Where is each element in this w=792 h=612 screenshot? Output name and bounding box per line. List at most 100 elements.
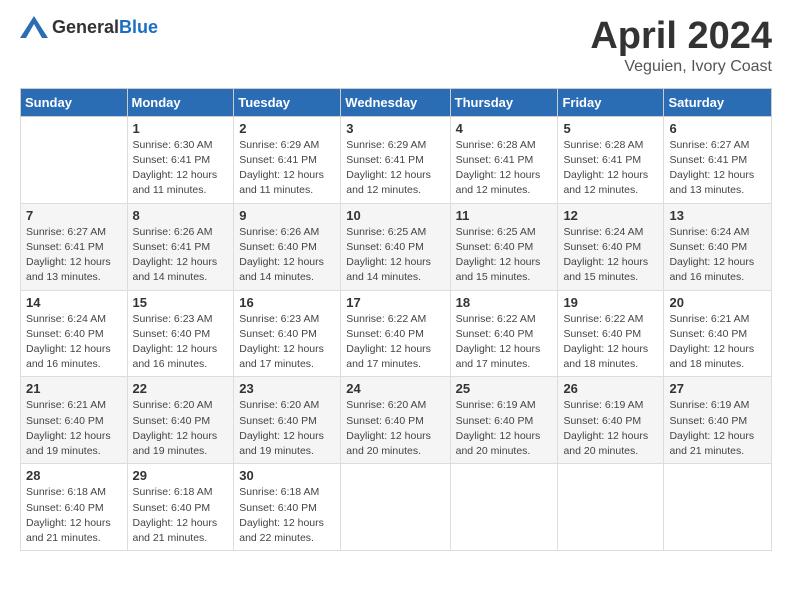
logo-icon [20,16,48,38]
day-number: 18 [456,295,553,310]
calendar-cell: 10 Sunrise: 6:25 AMSunset: 6:40 PMDayligh… [341,203,450,290]
calendar-cell: 13Sunrise: 6:24 AMSunset: 6:40 PMDayligh… [664,203,772,290]
day-detail: Sunrise: 6:23 AMSunset: 6:40 PMDaylight:… [239,312,335,373]
day-detail: Sunrise: 6:30 AMSunset: 6:41 PMDaylight:… [133,138,229,199]
day-number: 22 [133,381,229,396]
header: GeneralBlue April 2024 Veguien, Ivory Co… [20,16,772,76]
calendar-cell: 29Sunrise: 6:18 AMSunset: 6:40 PMDayligh… [127,464,234,551]
day-number: 30 [239,468,335,483]
calendar-cell: 16 Sunrise: 6:23 AMSunset: 6:40 PMDayligh… [234,290,341,377]
day-detail: Sunrise: 6:28 AMSunset: 6:41 PMDaylight:… [456,138,553,199]
calendar-header-cell: Monday [127,88,234,116]
calendar-header-cell: Sunday [21,88,128,116]
day-number: 7 [26,208,122,223]
day-detail: Sunrise: 6:24 AMSunset: 6:40 PMDaylight:… [26,312,122,373]
calendar-cell: 28Sunrise: 6:18 AMSunset: 6:40 PMDayligh… [21,464,128,551]
calendar-cell: 4 Sunrise: 6:28 AMSunset: 6:41 PMDaylight… [450,116,558,203]
calendar-cell: 19 Sunrise: 6:22 AMSunset: 6:40 PMDayligh… [558,290,664,377]
calendar-cell: 23 Sunrise: 6:20 AMSunset: 6:40 PMDayligh… [234,377,341,464]
calendar-cell [21,116,128,203]
day-detail: Sunrise: 6:20 AMSunset: 6:40 PMDaylight:… [346,398,444,459]
calendar-cell [341,464,450,551]
day-number: 10 [346,208,444,223]
calendar-cell: 18 Sunrise: 6:22 AMSunset: 6:40 PMDayligh… [450,290,558,377]
day-number: 9 [239,208,335,223]
day-number: 19 [563,295,658,310]
day-number: 29 [133,468,229,483]
calendar-cell [664,464,772,551]
day-number: 11 [456,208,553,223]
calendar-week-row: 1 Sunrise: 6:30 AMSunset: 6:41 PMDaylight… [21,116,772,203]
day-detail: Sunrise: 6:19 AMSunset: 6:40 PMDaylight:… [456,398,553,459]
calendar-cell: 14 Sunrise: 6:24 AMSunset: 6:40 PMDayligh… [21,290,128,377]
calendar-cell [450,464,558,551]
day-detail: Sunrise: 6:22 AMSunset: 6:40 PMDaylight:… [456,312,553,373]
day-number: 27 [669,381,766,396]
calendar-cell: 21Sunrise: 6:21 AMSunset: 6:40 PMDayligh… [21,377,128,464]
day-detail: Sunrise: 6:22 AMSunset: 6:40 PMDaylight:… [346,312,444,373]
day-detail: Sunrise: 6:18 AMSunset: 6:40 PMDaylight:… [239,485,335,546]
calendar-cell: 6Sunrise: 6:27 AMSunset: 6:41 PMDaylight… [664,116,772,203]
day-number: 17 [346,295,444,310]
day-number: 13 [669,208,766,223]
calendar-header-cell: Wednesday [341,88,450,116]
calendar-cell: 8 Sunrise: 6:26 AMSunset: 6:41 PMDaylight… [127,203,234,290]
calendar-cell: 11 Sunrise: 6:25 AMSunset: 6:40 PMDayligh… [450,203,558,290]
day-detail: Sunrise: 6:22 AMSunset: 6:40 PMDaylight:… [563,312,658,373]
calendar-cell: 12Sunrise: 6:24 AMSunset: 6:40 PMDayligh… [558,203,664,290]
calendar-week-row: 21Sunrise: 6:21 AMSunset: 6:40 PMDayligh… [21,377,772,464]
day-detail: Sunrise: 6:21 AMSunset: 6:40 PMDaylight:… [669,312,766,373]
calendar-cell: 26 Sunrise: 6:19 AMSunset: 6:40 PMDayligh… [558,377,664,464]
day-number: 1 [133,121,229,136]
calendar-header-cell: Saturday [664,88,772,116]
day-detail: Sunrise: 6:20 AMSunset: 6:40 PMDaylight:… [133,398,229,459]
day-number: 26 [563,381,658,396]
logo: GeneralBlue [20,16,158,38]
calendar-cell: 7 Sunrise: 6:27 AMSunset: 6:41 PMDaylight… [21,203,128,290]
day-detail: Sunrise: 6:27 AMSunset: 6:41 PMDaylight:… [26,225,122,286]
day-detail: Sunrise: 6:26 AMSunset: 6:40 PMDaylight:… [239,225,335,286]
calendar-cell: 20 Sunrise: 6:21 AMSunset: 6:40 PMDayligh… [664,290,772,377]
calendar-week-row: 14 Sunrise: 6:24 AMSunset: 6:40 PMDayligh… [21,290,772,377]
calendar-cell: 5Sunrise: 6:28 AMSunset: 6:41 PMDaylight… [558,116,664,203]
calendar-header-cell: Friday [558,88,664,116]
day-detail: Sunrise: 6:21 AMSunset: 6:40 PMDaylight:… [26,398,122,459]
calendar-cell: 24Sunrise: 6:20 AMSunset: 6:40 PMDayligh… [341,377,450,464]
logo-blue: Blue [119,17,158,37]
calendar-cell: 1 Sunrise: 6:30 AMSunset: 6:41 PMDaylight… [127,116,234,203]
title-area: April 2024 Veguien, Ivory Coast [590,16,772,76]
calendar-header-cell: Thursday [450,88,558,116]
day-detail: Sunrise: 6:20 AMSunset: 6:40 PMDaylight:… [239,398,335,459]
day-detail: Sunrise: 6:26 AMSunset: 6:41 PMDaylight:… [133,225,229,286]
month-title: April 2024 [590,16,772,58]
calendar-cell: 17 Sunrise: 6:22 AMSunset: 6:40 PMDayligh… [341,290,450,377]
calendar-cell: 25 Sunrise: 6:19 AMSunset: 6:40 PMDayligh… [450,377,558,464]
day-detail: Sunrise: 6:27 AMSunset: 6:41 PMDaylight:… [669,138,766,199]
day-detail: Sunrise: 6:23 AMSunset: 6:40 PMDaylight:… [133,312,229,373]
day-number: 14 [26,295,122,310]
day-detail: Sunrise: 6:25 AMSunset: 6:40 PMDaylight:… [456,225,553,286]
day-number: 16 [239,295,335,310]
day-detail: Sunrise: 6:19 AMSunset: 6:40 PMDaylight:… [669,398,766,459]
day-number: 20 [669,295,766,310]
calendar-cell: 30 Sunrise: 6:18 AMSunset: 6:40 PMDayligh… [234,464,341,551]
day-detail: Sunrise: 6:19 AMSunset: 6:40 PMDaylight:… [563,398,658,459]
day-number: 4 [456,121,553,136]
day-detail: Sunrise: 6:25 AMSunset: 6:40 PMDaylight:… [346,225,444,286]
calendar-cell: 9 Sunrise: 6:26 AMSunset: 6:40 PMDaylight… [234,203,341,290]
calendar-body: 1 Sunrise: 6:30 AMSunset: 6:41 PMDaylight… [21,116,772,550]
day-number: 3 [346,121,444,136]
calendar-cell: 27 Sunrise: 6:19 AMSunset: 6:40 PMDayligh… [664,377,772,464]
day-number: 28 [26,468,122,483]
day-number: 8 [133,208,229,223]
day-detail: Sunrise: 6:29 AMSunset: 6:41 PMDaylight:… [239,138,335,199]
day-number: 2 [239,121,335,136]
day-number: 12 [563,208,658,223]
calendar-header-cell: Tuesday [234,88,341,116]
day-number: 23 [239,381,335,396]
day-detail: Sunrise: 6:29 AMSunset: 6:41 PMDaylight:… [346,138,444,199]
day-number: 15 [133,295,229,310]
day-number: 25 [456,381,553,396]
logo-general: General [52,17,119,37]
location-title: Veguien, Ivory Coast [590,58,772,76]
